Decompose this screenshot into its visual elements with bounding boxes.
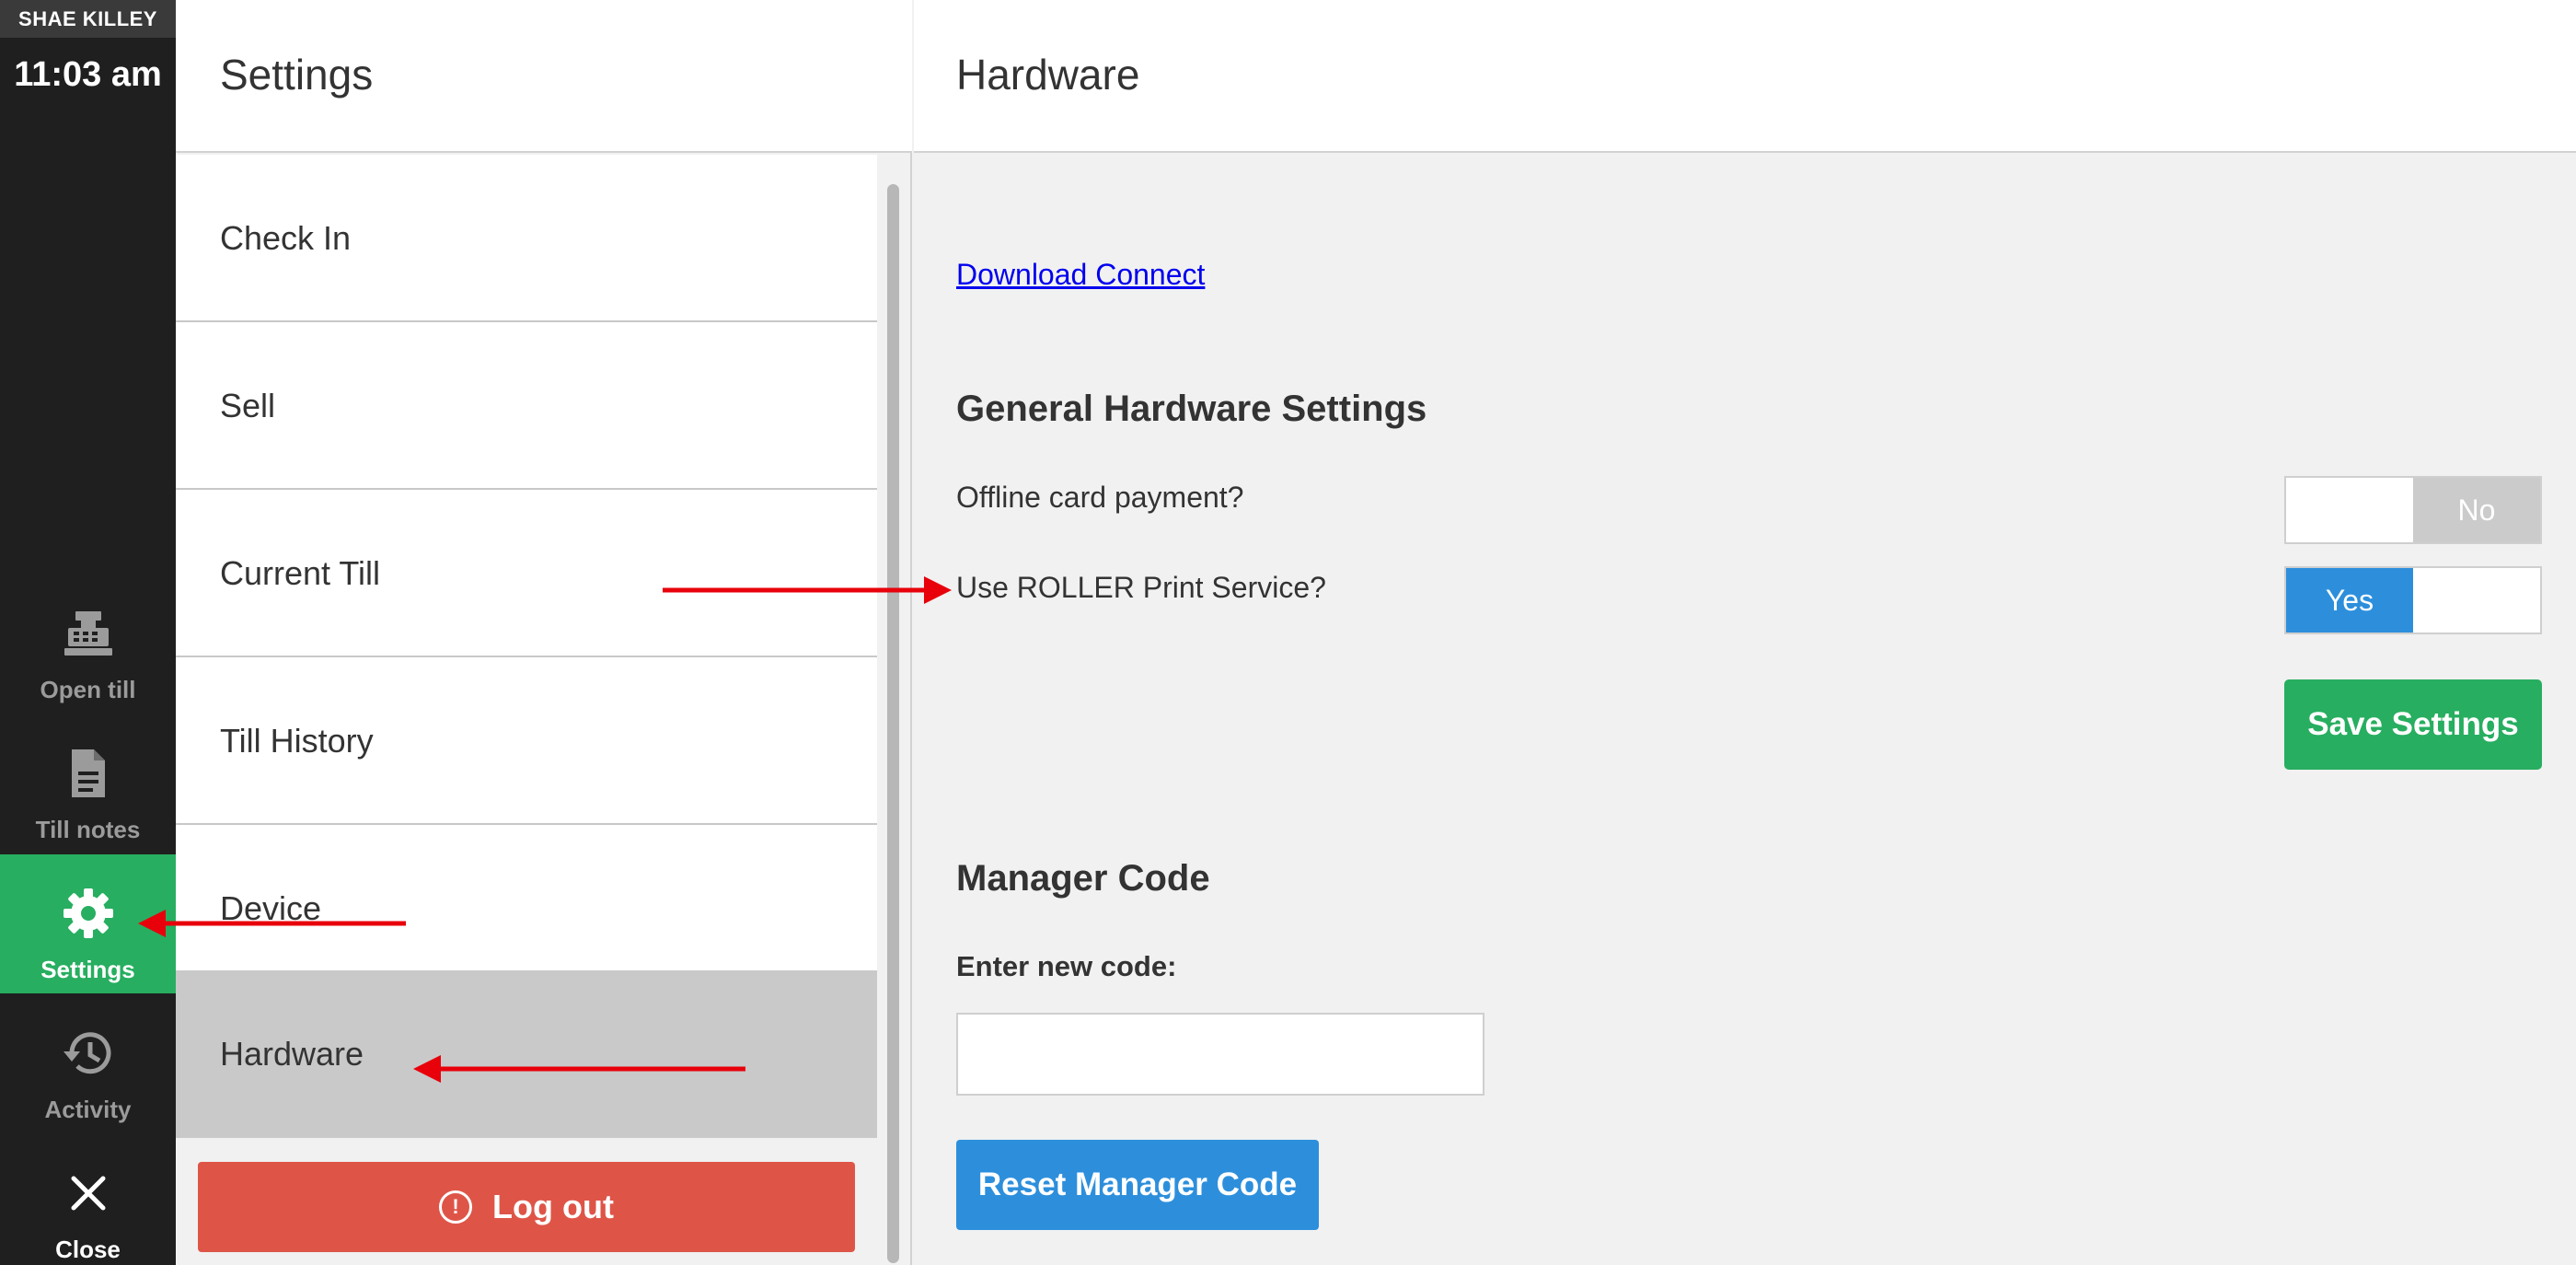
menu-item-device[interactable]: Device [176, 825, 877, 992]
gear-icon [0, 886, 176, 941]
rail-item-label: Open till [40, 676, 136, 703]
hardware-panel: Hardware Download Connect General Hardwa… [914, 0, 2576, 1265]
rail-item-label: Till notes [35, 816, 141, 843]
menu-item-till-history[interactable]: Till History [176, 657, 877, 825]
left-nav-rail: SHAE KILLEY 11:03 am Open till Till note… [0, 0, 176, 1265]
download-connect-link[interactable]: Download Connect [956, 258, 1205, 292]
manager-code-heading: Manager Code [956, 858, 1210, 899]
rail-item-activity[interactable]: Activity [0, 994, 176, 1133]
rail-item-label: Close [55, 1236, 121, 1263]
cash-register-icon [0, 606, 176, 661]
menu-item-check-in[interactable]: Check In [176, 155, 877, 322]
settings-header: Settings [176, 0, 912, 153]
settings-title: Settings [220, 51, 374, 99]
menu-item-label: Current Till [220, 554, 381, 592]
logout-label: Log out [492, 1188, 614, 1225]
toggle-yes-option[interactable]: Yes [2286, 568, 2413, 632]
rail-item-label: Settings [40, 956, 135, 983]
hardware-title: Hardware [956, 51, 1140, 99]
manager-code-input[interactable] [956, 1013, 1484, 1096]
alert-circle-icon: ! [439, 1190, 473, 1224]
scrollbar-thumb[interactable] [887, 184, 899, 1263]
rail-item-settings[interactable]: Settings [0, 854, 176, 993]
menu-item-label: Till History [220, 722, 374, 760]
offline-card-payment-label: Offline card payment? [956, 481, 1244, 514]
offline-card-payment-toggle[interactable]: No [2284, 476, 2542, 544]
document-icon [0, 746, 176, 801]
settings-menu-column: Settings Check In Sell Current Till Till… [176, 0, 912, 1265]
enter-new-code-label: Enter new code: [956, 950, 1177, 982]
roller-print-service-label: Use ROLLER Print Service? [956, 571, 1326, 604]
menu-item-label: Check In [220, 219, 352, 257]
save-settings-button[interactable]: Save Settings [2284, 679, 2542, 770]
menu-item-sell[interactable]: Sell [176, 322, 877, 490]
hardware-header: Hardware [914, 0, 2576, 153]
logout-button[interactable]: ! Log out [198, 1162, 855, 1252]
toggle-yes-option[interactable] [2286, 478, 2413, 542]
rail-item-label: Activity [44, 1096, 132, 1123]
rail-item-close[interactable]: Close [0, 1134, 176, 1265]
toggle-no-option[interactable] [2413, 568, 2540, 632]
menu-item-label: Device [220, 889, 322, 927]
toggle-no-option[interactable]: No [2413, 478, 2540, 542]
rail-item-till-notes[interactable]: Till notes [0, 714, 176, 853]
menu-item-current-till[interactable]: Current Till [176, 490, 877, 657]
history-icon [0, 1026, 176, 1081]
menu-item-label: Sell [220, 387, 276, 424]
menu-item-hardware[interactable]: Hardware [176, 970, 877, 1138]
reset-manager-code-button[interactable]: Reset Manager Code [956, 1140, 1319, 1230]
general-hardware-settings-heading: General Hardware Settings [956, 389, 1427, 429]
roller-print-service-toggle[interactable]: Yes [2284, 566, 2542, 634]
rail-item-open-till[interactable]: Open till [0, 574, 176, 714]
close-icon [0, 1166, 176, 1221]
menu-item-label: Hardware [220, 1035, 364, 1073]
clock: 11:03 am [14, 55, 162, 94]
user-name: SHAE KILLEY [0, 0, 176, 38]
